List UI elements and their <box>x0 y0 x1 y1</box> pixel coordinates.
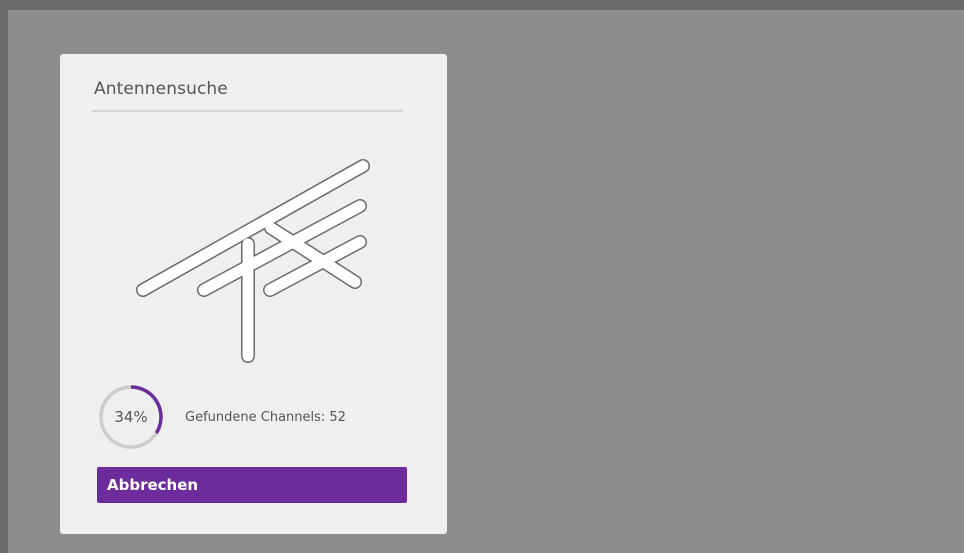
cancel-button[interactable]: Abbrechen <box>97 467 407 503</box>
antenna-icon <box>136 159 370 363</box>
title-divider <box>92 110 403 112</box>
channels-found-text: Gefundene Channels: 52 <box>185 410 346 425</box>
progress-ring: 34% <box>96 382 166 452</box>
tv-screen: Antennensuche 34% Gefundene Channels: 52… <box>8 10 964 553</box>
antenna-scan-dialog: Antennensuche 34% Gefundene Channels: 52… <box>60 54 447 534</box>
dialog-title: Antennensuche <box>94 79 228 99</box>
progress-percent: 34% <box>114 408 148 426</box>
